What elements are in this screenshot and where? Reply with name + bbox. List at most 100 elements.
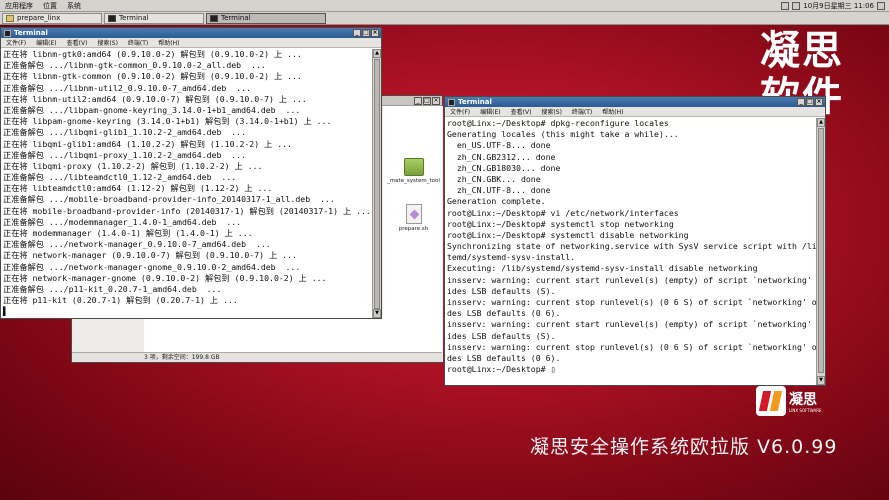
terminal-line: insserv: warning: current stop runlevel(… xyxy=(447,297,816,307)
terminal-window-left: Terminal _ □ × 文件(F) 编辑(E) 查看(V) 搜索(S) 终… xyxy=(0,27,382,319)
minimize-icon[interactable]: _ xyxy=(353,29,361,37)
fm-item-label: prepare.sh xyxy=(398,226,429,232)
fm-item-label: _mate_system_tool xyxy=(387,178,440,184)
maximize-icon[interactable]: □ xyxy=(362,29,370,37)
script-file-icon xyxy=(405,204,422,224)
menu-places[interactable]: 位置 xyxy=(38,1,62,11)
terminal-line: 正准备解包 .../libqmi-proxy_1.10.2-2_amd64.de… xyxy=(3,149,247,160)
terminal-line: ides LSB defaults (S). xyxy=(447,285,556,296)
menu-view[interactable]: 查看(V) xyxy=(62,38,93,47)
menu-view[interactable]: 查看(V) xyxy=(506,107,537,116)
fm-item-prepare-sh[interactable]: prepare.sh xyxy=(386,204,441,232)
terminal-line: 正准备解包 .../libteamdctl0_1.12-2_amd64.deb … xyxy=(3,172,237,183)
fm-lower-pane xyxy=(144,316,442,354)
menu-search[interactable]: 搜索(S) xyxy=(92,38,123,47)
terminal-line: 正在将 libnm-gtk-common (0.9.10.0-2) 解包到 (0… xyxy=(3,71,302,82)
terminal-line: 正在将 libnm-gtk0:amd64 (0.9.10.0-2) 解包到 (0… xyxy=(3,49,302,59)
window-title: Terminal xyxy=(14,29,48,37)
titlebar[interactable]: Terminal _ □ × xyxy=(1,28,381,38)
terminal-line: root@Linx:~/Desktop# dpkg-reconfigure lo… xyxy=(447,118,669,128)
menubar: 文件(F) 编辑(E) 查看(V) 搜索(S) 终端(T) 帮助(H) xyxy=(445,107,825,117)
menu-file[interactable]: 文件(F) xyxy=(445,107,475,116)
terminal-line: Generation complete. xyxy=(447,196,546,207)
terminal-line: 正在将 libnm-util2:amd64 (0.9.10.0-7) 解包到 (… xyxy=(3,93,307,104)
menu-terminal[interactable]: 终端(T) xyxy=(567,107,597,116)
scroll-thumb[interactable] xyxy=(374,59,380,309)
terminal-line: insserv: warning: current start runlevel… xyxy=(447,274,816,285)
terminal-line: 正准备解包 .../libpam-gnome-keyring_3.14.0-1+… xyxy=(3,104,301,115)
tray: 10月9日星期三 11:06 xyxy=(781,1,889,11)
terminal-line: 正准备解包 .../mobile-broadband-provider-info… xyxy=(3,194,335,205)
titlebar[interactable]: Terminal _ □ × xyxy=(445,97,825,107)
terminal-line: Executing: /lib/systemd/systemd-sysv-ins… xyxy=(447,263,758,274)
menu-search[interactable]: 搜索(S) xyxy=(536,107,567,116)
menu-applications[interactable]: 应用程序 xyxy=(0,1,38,11)
terminal-icon xyxy=(4,29,11,37)
clock[interactable]: 10月9日星期三 11:06 xyxy=(803,1,874,11)
terminal-line: 正在将 p11-kit (0.20.7-1) 解包到 (0.20.7-1) 上 … xyxy=(3,295,238,306)
task-terminal-1[interactable]: Terminal xyxy=(104,12,204,24)
menu-file[interactable]: 文件(F) xyxy=(1,38,31,47)
taskbar: prepare_linx Terminal Terminal xyxy=(0,12,889,25)
terminal-line: Generating locales (this might take a wh… xyxy=(447,129,679,140)
menu-terminal[interactable]: 终端(T) xyxy=(123,38,153,47)
minimize-icon[interactable]: _ xyxy=(797,98,805,106)
terminal-line: zh_CN.GB2312... done xyxy=(447,151,556,162)
terminal-line: zh_CN.UTF-8... done xyxy=(447,185,551,196)
menubar: 文件(F) 编辑(E) 查看(V) 搜索(S) 终端(T) 帮助(H) xyxy=(1,38,381,48)
terminal-line: des LSB defaults (0 6). xyxy=(447,352,561,363)
terminal-line: 正在将 libqmi-glib1:amd64 (1.10.2-2) 解包到 (1… xyxy=(3,138,292,149)
network-icon[interactable] xyxy=(781,1,790,10)
close-icon[interactable]: × xyxy=(815,98,823,106)
terminal-icon xyxy=(210,14,218,22)
folder-icon xyxy=(403,158,424,176)
scroll-up-icon[interactable]: ▲ xyxy=(373,49,381,58)
fm-status-bar: 3 项，剩余空间：199.8 GB xyxy=(72,352,442,362)
terminal-line: des LSB defaults (0 6). xyxy=(447,308,561,319)
terminal-output[interactable]: 正在将 libnm-gtk0:amd64 (0.9.10.0-2) 解包到 (0… xyxy=(1,49,372,318)
terminal-line: root@Linx:~/Desktop# ▯ xyxy=(447,364,556,375)
logo-text: 凝思 xyxy=(789,392,817,408)
minimize-icon[interactable]: _ xyxy=(414,97,422,105)
linx-logo: 凝思 LINX SOFTWARE xyxy=(756,385,846,417)
task-terminal-2[interactable]: Terminal xyxy=(206,12,326,24)
menu-system[interactable]: 系统 xyxy=(62,1,86,11)
maximize-icon[interactable]: □ xyxy=(806,98,814,106)
fm-item-mate-system-tool[interactable]: _mate_system_tool xyxy=(386,158,441,184)
terminal-line: zh_CN.GBK... done xyxy=(447,173,541,184)
terminal-line: 正在将 network-manager-gnome (0.9.10.0-2) 解… xyxy=(3,272,327,283)
terminal-line: 正准备解包 .../network-manager_0.9.10.0-7_amd… xyxy=(3,239,271,250)
logo-sub: LINX SOFTWARE xyxy=(789,408,822,413)
terminal-line: temd/systemd-sysv-install. xyxy=(447,252,576,263)
scroll-up-icon[interactable]: ▲ xyxy=(817,118,825,127)
task-prepare-linx[interactable]: prepare_linx xyxy=(2,12,102,24)
terminal-line: insserv: warning: current start runlevel… xyxy=(447,319,816,330)
user-icon[interactable] xyxy=(877,1,885,10)
menu-help[interactable]: 帮助(H) xyxy=(597,107,628,116)
task-label: Terminal xyxy=(221,14,251,22)
menu-edit[interactable]: 编辑(E) xyxy=(475,107,505,116)
terminal-line: ▌ xyxy=(3,306,8,317)
maximize-icon[interactable]: □ xyxy=(423,97,431,105)
terminal-line: 正在将 libpam-gnome-keyring (3.14.0-1+b1) 解… xyxy=(3,116,332,127)
scroll-down-icon[interactable]: ▼ xyxy=(373,309,381,318)
scrollbar[interactable]: ▲ ▼ xyxy=(816,118,825,385)
close-icon[interactable]: × xyxy=(371,29,379,37)
terminal-line: 正在将 network-manager (0.9.10.0-7) 解包到 (0.… xyxy=(3,250,297,261)
terminal-line: 正在将 libteamdctl0:amd64 (1.12-2) 解包到 (1.1… xyxy=(3,183,273,194)
terminal-line: 正在将 mobile-broadband-provider-info (2014… xyxy=(3,205,371,216)
terminal-line: 正准备解包 .../network-manager-gnome_0.9.10.0… xyxy=(3,261,301,272)
folder-icon xyxy=(6,14,14,22)
terminal-line: insserv: warning: current stop runlevel(… xyxy=(447,341,816,352)
close-icon[interactable]: × xyxy=(432,97,440,105)
terminal-line: 正在将 modemmanager (1.4.0-1) 解包到 (1.4.0-1)… xyxy=(3,228,253,238)
menu-help[interactable]: 帮助(H) xyxy=(153,38,184,47)
menu-edit[interactable]: 编辑(E) xyxy=(31,38,61,47)
terminal-line: zh_CN.GB18030... done xyxy=(447,162,561,173)
volume-icon[interactable] xyxy=(792,1,801,10)
brand-line-1: 凝思 xyxy=(760,28,844,74)
scrollbar[interactable]: ▲ ▼ xyxy=(372,49,381,318)
scroll-down-icon[interactable]: ▼ xyxy=(817,376,825,385)
terminal-output[interactable]: root@Linx:~/Desktop# dpkg-reconfigure lo… xyxy=(445,118,816,385)
scroll-thumb[interactable] xyxy=(818,128,824,373)
